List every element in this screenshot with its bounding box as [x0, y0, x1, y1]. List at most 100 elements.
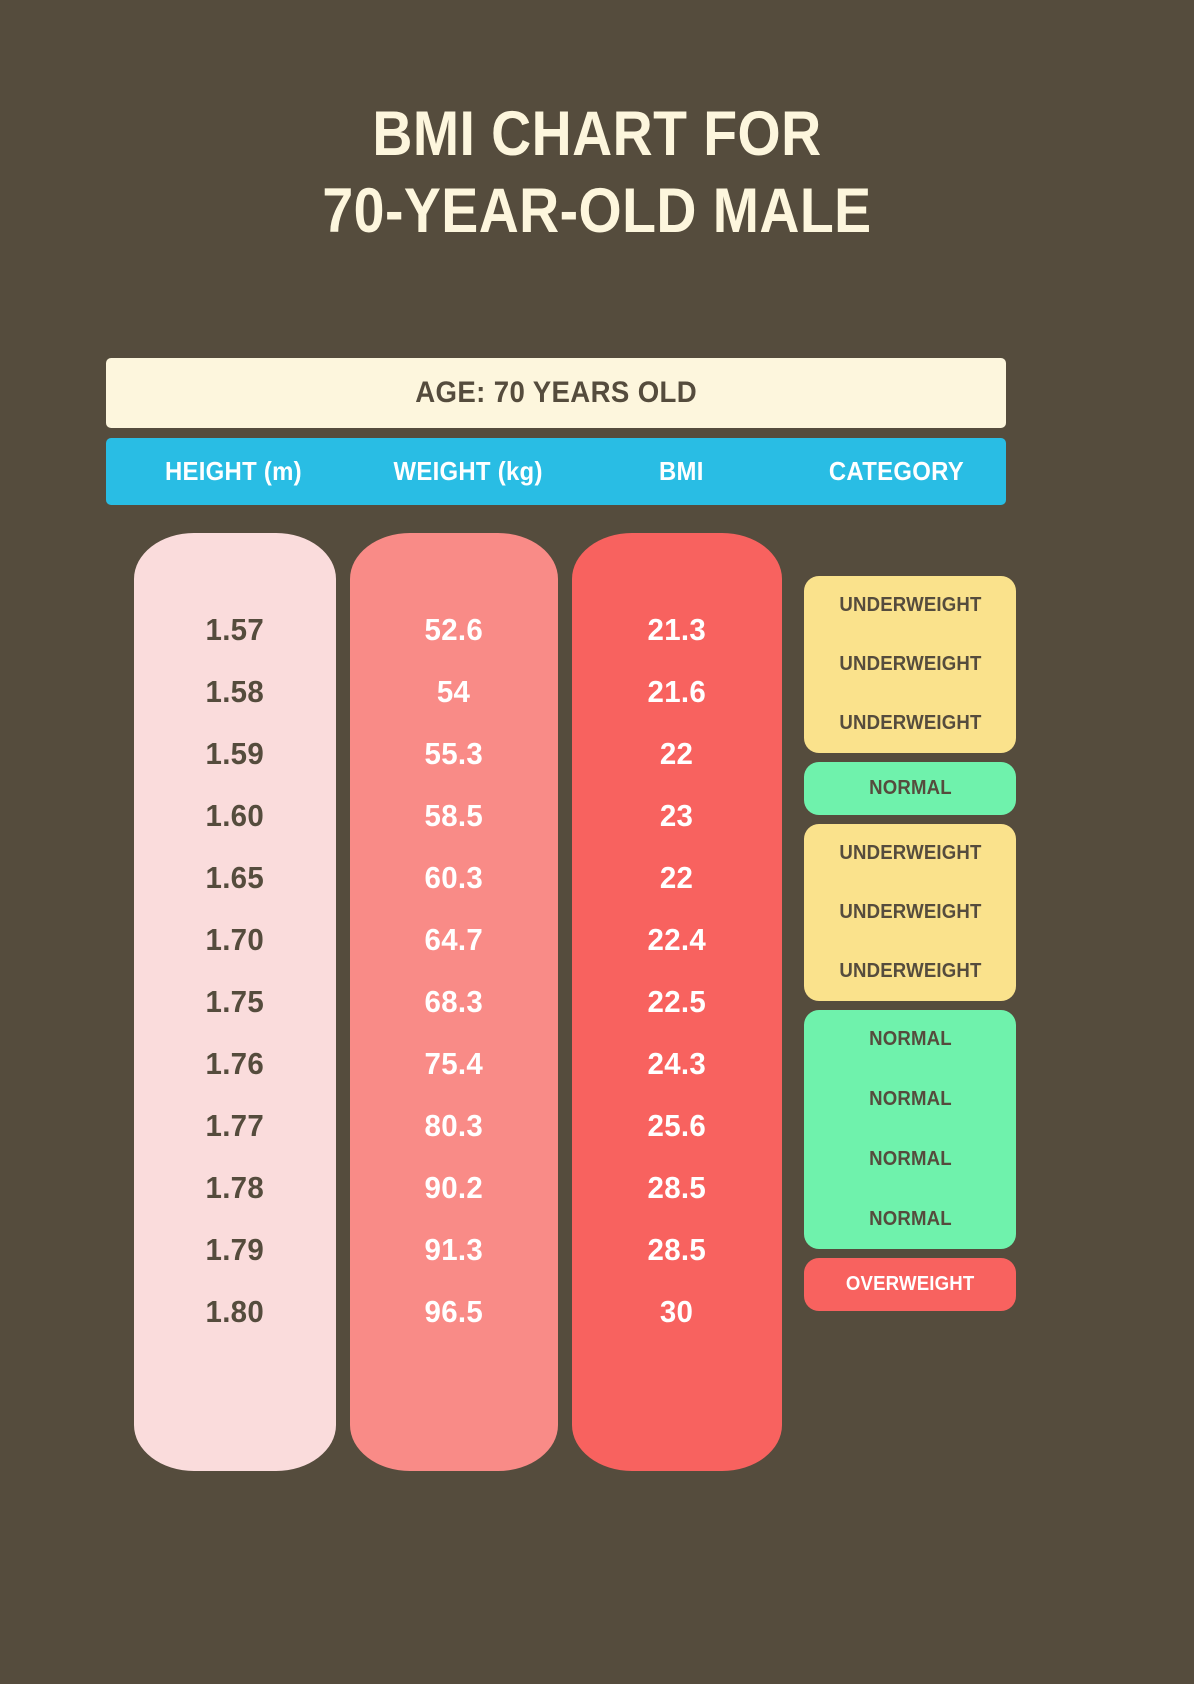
bmi-value: 25.6: [647, 1108, 707, 1143]
weight: 96.5: [350, 1281, 558, 1343]
bmi: 22: [572, 847, 782, 909]
height: 1.57: [134, 599, 336, 661]
height-value: 1.79: [205, 1232, 265, 1267]
bmi: 28.5: [572, 1219, 782, 1281]
category-label: OVERWEIGHT: [845, 1273, 975, 1295]
weight: 91.3: [350, 1219, 558, 1281]
height-value: 1.75: [205, 984, 265, 1019]
column-header-weight: WEIGHT (kg): [393, 456, 544, 486]
height: 1.80: [134, 1281, 336, 1343]
height-value: 1.60: [205, 798, 265, 833]
height: 1.70: [134, 909, 336, 971]
bmi: 21.3: [572, 599, 782, 661]
category-label: NORMAL: [868, 1088, 952, 1111]
weight-column: 52.6 54 55.3 58.5 60.3 64.7 68.3 75.4 80.3 90.2 91…: [350, 533, 558, 1471]
category-pill-underweight: UNDERWEIGHT UNDERWEIGHT UNDERWEIGHT: [804, 823, 1016, 1001]
bmi: 21.6: [572, 661, 782, 723]
column-header-category: CATEGORY: [828, 456, 964, 486]
category-label: UNDERWEIGHT: [838, 901, 982, 923]
weight: 80.3: [350, 1095, 558, 1157]
height-value: 1.78: [205, 1170, 265, 1205]
height: 1.77: [134, 1095, 336, 1157]
weight: 52.6: [350, 599, 558, 661]
weight-value: 90.2: [424, 1170, 484, 1205]
weight-value: 54: [437, 674, 471, 709]
height: 1.75: [134, 971, 336, 1033]
category-label: UNDERWEIGHT: [838, 712, 982, 734]
weight: 64.7: [350, 909, 558, 971]
weight: 75.4: [350, 1033, 558, 1095]
height-value: 1.77: [205, 1108, 265, 1143]
weight: 60.3: [350, 847, 558, 909]
category-label: UNDERWEIGHT: [838, 960, 982, 982]
bmi: 22.5: [572, 971, 782, 1033]
bmi-value: 22.4: [647, 922, 707, 957]
title-line-1: BMI CHART FOR: [372, 99, 822, 169]
category-label: NORMAL: [868, 777, 952, 799]
column-header-height: HEIGHT (m): [165, 456, 302, 486]
bmi-value: 21.6: [647, 674, 707, 709]
column-header-bmi: BMI: [658, 456, 704, 486]
weight-value: 52.6: [424, 612, 484, 647]
weight: 55.3: [350, 723, 558, 785]
category-label: UNDERWEIGHT: [838, 653, 982, 675]
bmi: 24.3: [572, 1033, 782, 1095]
bmi-column: 21.3 21.6 22 23 22 22.4 22.5 24.3 25.6 28.5 28.5 30: [572, 533, 782, 1471]
category-label: NORMAL: [868, 1028, 952, 1051]
height-value: 1.70: [205, 922, 265, 957]
bmi-value: 22: [660, 736, 694, 771]
height-value: 1.76: [205, 1046, 265, 1081]
height: 1.58: [134, 661, 336, 723]
category-label: UNDERWEIGHT: [838, 842, 982, 864]
weight-value: 96.5: [424, 1294, 484, 1329]
category-pill-overweight: OVERWEIGHT: [804, 1257, 1016, 1311]
height-value: 1.58: [205, 674, 265, 709]
table-header-row: HEIGHT (m) WEIGHT (kg) BMI CATEGORY: [106, 438, 1006, 505]
bmi-value: 22.5: [647, 984, 707, 1019]
weight: 90.2: [350, 1157, 558, 1219]
bmi: 30: [572, 1281, 782, 1343]
bmi: 22: [572, 723, 782, 785]
weight-value: 68.3: [424, 984, 484, 1019]
weight-value: 64.7: [424, 922, 484, 957]
weight-value: 55.3: [424, 736, 484, 771]
bmi-value: 24.3: [647, 1046, 707, 1081]
bmi: 28.5: [572, 1157, 782, 1219]
category-label: UNDERWEIGHT: [838, 594, 982, 616]
bmi-value: 23: [660, 798, 694, 833]
height: 1.60: [134, 785, 336, 847]
weight-value: 91.3: [424, 1232, 484, 1267]
bmi: 25.6: [572, 1095, 782, 1157]
height: 1.78: [134, 1157, 336, 1219]
height-column: 1.57 1.58 1.59 1.60 1.65 1.70 1.75 1.76 1.77 1.78…: [134, 533, 336, 1471]
height-value: 1.80: [205, 1294, 265, 1329]
weight-value: 58.5: [424, 798, 484, 833]
age-bar-label: AGE: 70 YEARS OLD: [415, 376, 697, 409]
weight-value: 60.3: [424, 860, 484, 895]
page-title: BMI CHART FOR 70-YEAR-OLD MALE: [72, 96, 1123, 250]
bmi-value: 28.5: [647, 1170, 707, 1205]
category-pill-normal: NORMAL NORMAL NORMAL NORMAL: [804, 1009, 1016, 1249]
weight-value: 80.3: [424, 1108, 484, 1143]
height: 1.79: [134, 1219, 336, 1281]
category-pill-normal: NORMAL: [804, 761, 1016, 815]
category-label: NORMAL: [868, 1147, 952, 1170]
height: 1.76: [134, 1033, 336, 1095]
bmi: 22.4: [572, 909, 782, 971]
category-label: NORMAL: [868, 1207, 952, 1230]
bmi-value: 22: [660, 860, 694, 895]
height-value: 1.65: [205, 860, 265, 895]
weight: 68.3: [350, 971, 558, 1033]
bmi-value: 30: [660, 1294, 694, 1329]
height-value: 1.59: [205, 736, 265, 771]
bmi-value: 21.3: [647, 612, 707, 647]
height-value: 1.57: [205, 612, 265, 647]
height: 1.59: [134, 723, 336, 785]
weight-value: 75.4: [424, 1046, 484, 1081]
bmi-chart-poster: BMI CHART FOR 70-YEAR-OLD MALE AGE: 70 Y…: [0, 0, 1194, 1684]
title-line-2: 70-YEAR-OLD MALE: [322, 175, 872, 246]
height: 1.65: [134, 847, 336, 909]
bmi: 23: [572, 785, 782, 847]
weight: 54: [350, 661, 558, 723]
category-pill-underweight: UNDERWEIGHT UNDERWEIGHT UNDERWEIGHT: [804, 575, 1016, 753]
